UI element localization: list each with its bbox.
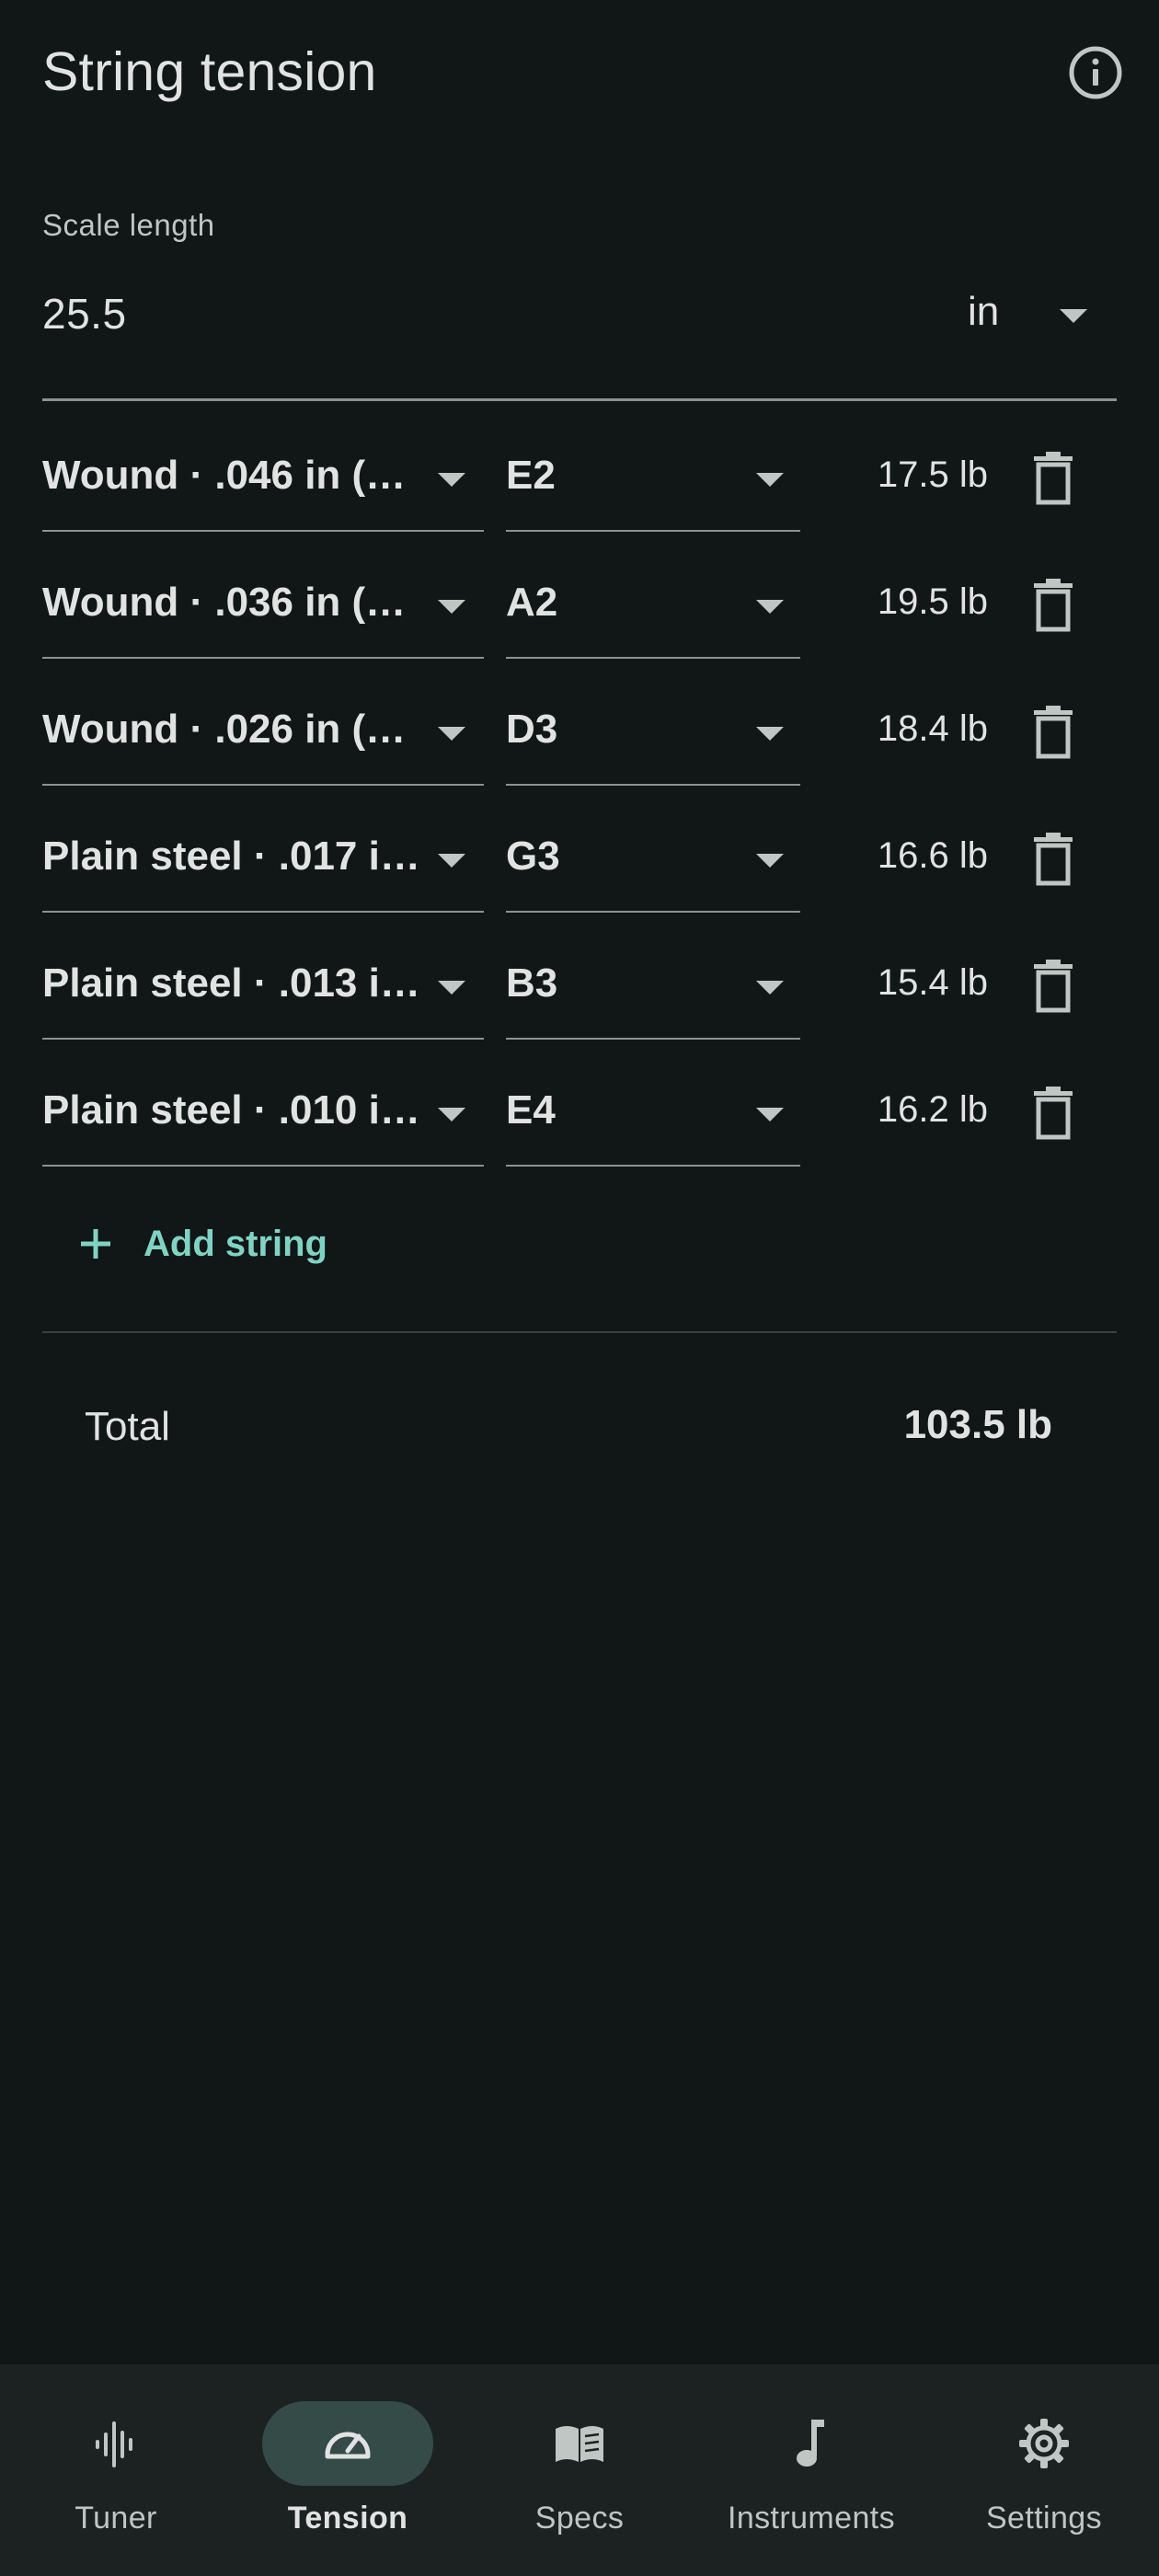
- divider: [42, 1331, 1117, 1333]
- note-value: A2: [506, 580, 558, 625]
- nav-icon-container: [958, 2401, 1130, 2486]
- chevron-down-icon: [756, 854, 784, 868]
- tension-value: 19.5 lb: [877, 581, 988, 622]
- note-dropdown[interactable]: A2: [506, 578, 800, 659]
- scale-length-field[interactable]: Scale length 25.5 in: [42, 202, 1117, 401]
- bottom-navigation-bar: Tuner Tension Specs Instruments Settings: [0, 2364, 1159, 2576]
- string-tension-screen: String tension Scale length 25.5 in Woun…: [0, 0, 1159, 2576]
- note-dropdown[interactable]: B3: [506, 959, 800, 1040]
- scale-length-input[interactable]: 25.5: [42, 289, 127, 339]
- nav-label: Instruments: [727, 2501, 896, 2536]
- note-value: E2: [506, 453, 556, 498]
- nav-icon-container: [726, 2401, 897, 2486]
- note-value: B3: [506, 960, 558, 1006]
- chevron-down-icon: [756, 727, 784, 741]
- string-row: Wound · .046 in (… E2 17.5 lb: [42, 423, 1117, 550]
- waveform-icon: [96, 2421, 132, 2467]
- nav-icon-container: [494, 2401, 665, 2486]
- chevron-down-icon: [438, 981, 465, 995]
- total-value: 103.5 lb: [903, 1402, 1052, 1447]
- gauge-dropdown[interactable]: Plain steel · .017 i…: [42, 832, 484, 913]
- chevron-down-icon: [438, 727, 465, 741]
- chevron-down-icon: [438, 473, 465, 487]
- total-label: Total: [85, 1404, 170, 1449]
- string-row: Wound · .036 in (… A2 19.5 lb: [42, 550, 1117, 677]
- page-title: String tension: [42, 41, 377, 102]
- delete-icon[interactable]: [1030, 705, 1076, 760]
- chevron-down-icon: [756, 473, 784, 487]
- note-dropdown[interactable]: G3: [506, 832, 800, 913]
- delete-icon[interactable]: [1030, 832, 1076, 887]
- gear-icon: [1019, 2419, 1069, 2468]
- nav-label: Specs: [534, 2501, 625, 2536]
- delete-icon[interactable]: [1030, 578, 1076, 633]
- chevron-down-icon: [756, 600, 784, 614]
- string-list: Wound · .046 in (… E2 17.5 lb Wound · .0…: [42, 423, 1117, 1185]
- gauge-icon: [325, 2432, 371, 2459]
- gauge-dropdown[interactable]: Plain steel · .013 i…: [42, 959, 484, 1040]
- nav-label: Tension: [287, 2501, 408, 2536]
- unit-value: in: [968, 289, 1000, 334]
- plus-icon: [81, 1229, 110, 1259]
- note-value: G3: [506, 834, 560, 879]
- book-icon: [556, 2426, 603, 2462]
- nav-item-instruments[interactable]: Instruments: [713, 2364, 910, 2576]
- tension-value: 16.2 lb: [877, 1089, 988, 1130]
- nav-item-tension[interactable]: Tension: [262, 2364, 433, 2576]
- tension-value: 17.5 lb: [877, 454, 988, 495]
- nav-icon-container: [262, 2401, 433, 2486]
- delete-icon[interactable]: [1030, 1086, 1076, 1141]
- nav-item-settings[interactable]: Settings: [958, 2364, 1130, 2576]
- tension-value: 18.4 lb: [877, 708, 988, 749]
- string-row: Plain steel · .013 i… B3 15.4 lb: [42, 931, 1117, 1058]
- add-string-button[interactable]: Add string: [77, 1214, 353, 1279]
- gauge-dropdown[interactable]: Wound · .036 in (…: [42, 578, 484, 659]
- note-value: D3: [506, 707, 558, 752]
- gauge-value: Plain steel · .010 i…: [42, 1087, 420, 1133]
- unit-dropdown[interactable]: in: [951, 285, 1117, 350]
- gauge-dropdown[interactable]: Plain steel · .010 i…: [42, 1086, 484, 1167]
- gauge-value: Plain steel · .013 i…: [42, 960, 420, 1006]
- delete-icon[interactable]: [1030, 959, 1076, 1014]
- string-row: Wound · .026 in (… D3 18.4 lb: [42, 677, 1117, 804]
- chevron-down-icon: [438, 854, 465, 868]
- nav-icon-container: [30, 2401, 201, 2486]
- nav-label: Settings: [985, 2501, 1103, 2536]
- gauge-value: Wound · .036 in (…: [42, 580, 407, 625]
- tension-value: 16.6 lb: [877, 835, 988, 876]
- string-row: Plain steel · .017 i… G3 16.6 lb: [42, 804, 1117, 931]
- gauge-value: Wound · .026 in (…: [42, 707, 407, 752]
- chevron-down-icon: [756, 1108, 784, 1121]
- delete-icon[interactable]: [1030, 451, 1076, 506]
- tension-value: 15.4 lb: [877, 962, 988, 1003]
- chevron-down-icon: [756, 981, 784, 995]
- top-app-bar: String tension: [0, 0, 1159, 147]
- note-dropdown[interactable]: D3: [506, 705, 800, 786]
- info-icon[interactable]: [1067, 44, 1124, 101]
- nav-item-tuner[interactable]: Tuner: [30, 2364, 201, 2576]
- chevron-down-icon: [1060, 309, 1087, 323]
- music-note-icon: [797, 2420, 824, 2467]
- scale-length-label: Scale length: [42, 208, 215, 242]
- gauge-value: Wound · .046 in (…: [42, 453, 407, 498]
- gauge-dropdown[interactable]: Wound · .026 in (…: [42, 705, 484, 786]
- note-dropdown[interactable]: E4: [506, 1086, 800, 1167]
- chevron-down-icon: [438, 600, 465, 614]
- add-string-label: Add string: [143, 1224, 327, 1264]
- gauge-value: Plain steel · .017 i…: [42, 834, 420, 879]
- note-dropdown[interactable]: E2: [506, 451, 800, 532]
- nav-label: Tuner: [75, 2501, 157, 2536]
- chevron-down-icon: [438, 1108, 465, 1121]
- gauge-dropdown[interactable]: Wound · .046 in (…: [42, 451, 484, 532]
- note-value: E4: [506, 1087, 556, 1133]
- string-row: Plain steel · .010 i… E4 16.2 lb: [42, 1058, 1117, 1185]
- nav-item-specs[interactable]: Specs: [494, 2364, 665, 2576]
